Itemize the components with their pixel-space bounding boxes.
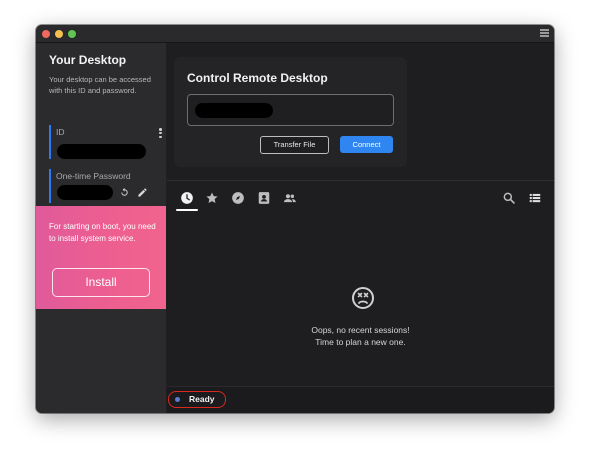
status-text: Ready [189,394,215,404]
more-options-icon[interactable] [159,128,163,139]
id-field: ID [49,125,163,159]
status-dot-icon [175,397,180,402]
hamburger-menu-icon[interactable] [540,29,549,37]
install-button[interactable]: Install [52,268,150,297]
main-panel: Control Remote Desktop Transfer File Con… [167,43,554,413]
close-window-button[interactable] [42,30,50,38]
status-indicator: Ready [168,391,226,408]
maximize-window-button[interactable] [68,30,76,38]
id-label: ID [56,127,65,137]
password-label: One-time Password [56,171,131,181]
password-value-redacted [57,185,113,200]
connect-card: Control Remote Desktop Transfer File Con… [174,57,407,167]
search-icon[interactable] [502,191,516,205]
id-value-redacted [57,144,146,159]
sidebar: Your Desktop Your desktop can be accesse… [36,43,166,413]
divider [167,180,554,181]
status-bar: Ready [167,386,554,413]
refresh-icon[interactable] [119,187,130,198]
connect-button[interactable]: Connect [340,136,393,153]
tab-group-icon[interactable] [283,191,297,205]
sidebar-description: Your desktop can be accessed with this I… [49,75,151,95]
tab-recent-sessions-clock-icon[interactable] [180,191,194,205]
sad-face-icon [352,287,374,309]
title-bar [36,25,554,43]
sidebar-title: Your Desktop [49,53,127,67]
edit-icon[interactable] [137,187,148,198]
remote-id-input[interactable] [187,94,394,126]
minimize-window-button[interactable] [55,30,63,38]
tab-favorites-star-icon[interactable] [205,191,219,205]
empty-state-subtitle: Time to plan a new one. [315,337,406,347]
list-view-icon[interactable] [528,191,542,205]
install-service-promo: For starting on boot, you need to instal… [36,206,166,309]
empty-state-title: Oops, no recent sessions! [311,325,410,335]
app-window: Your Desktop Your desktop can be accesse… [36,25,554,413]
connect-title: Control Remote Desktop [187,71,328,85]
active-tab-indicator [176,209,198,211]
tab-address-book-icon[interactable] [257,191,271,205]
password-field: One-time Password [49,169,161,203]
transfer-file-button[interactable]: Transfer File [260,136,329,154]
tab-discovered-compass-icon[interactable] [231,191,245,205]
remote-id-redacted [195,103,273,118]
promo-text: For starting on boot, you need to instal… [49,222,156,243]
